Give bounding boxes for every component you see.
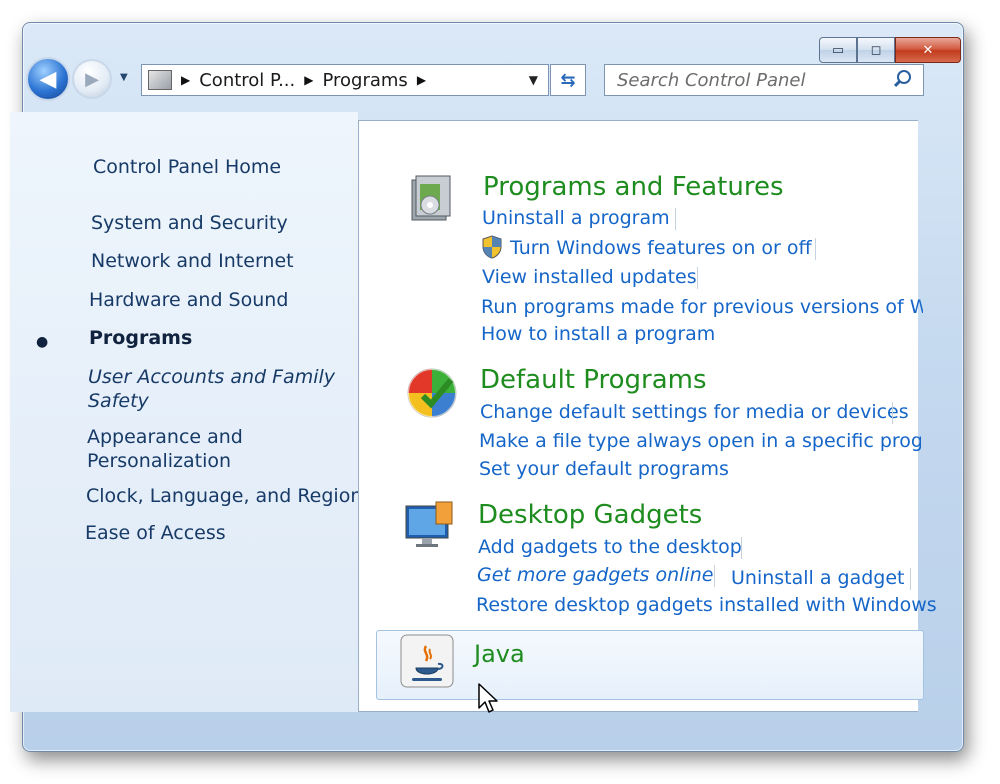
sidebar-item-appearance[interactable]: Appearance and Personalization — [87, 425, 337, 473]
search-box[interactable]: Search Control Panel — [604, 64, 924, 96]
minimize-button[interactable]: ▭ — [819, 37, 857, 63]
control-panel-home-link[interactable]: Control Panel Home — [93, 156, 281, 178]
recent-pages-dropdown[interactable]: ▼ — [120, 72, 128, 83]
link-separator — [714, 565, 715, 587]
address-dropdown-icon[interactable]: ▼ — [529, 73, 538, 87]
category-title-default-programs[interactable]: Default Programs — [480, 365, 707, 395]
task-uninstall-program[interactable]: Uninstall a program — [482, 207, 670, 229]
breadcrumb-control-panel[interactable]: Control P... — [199, 70, 295, 91]
close-button[interactable]: ✕ — [895, 37, 961, 63]
breadcrumb-separator[interactable]: ▶ — [181, 73, 190, 87]
back-button[interactable]: ◀ — [26, 57, 70, 101]
java-icon — [400, 634, 454, 688]
active-bullet-icon: ● — [36, 334, 49, 350]
category-title-java[interactable]: Java — [474, 640, 525, 668]
task-add-gadgets[interactable]: Add gadgets to the desktop — [478, 536, 742, 558]
category-title-desktop-gadgets[interactable]: Desktop Gadgets — [478, 500, 702, 530]
back-arrow-icon: ◀ — [39, 66, 57, 92]
task-run-older-programs[interactable]: Run programs made for previous versions … — [481, 296, 923, 318]
breadcrumb-separator[interactable]: ▶ — [304, 73, 313, 87]
task-uninstall-gadget[interactable]: Uninstall a gadget — [731, 567, 905, 589]
link-separator — [910, 568, 911, 590]
desktop-gadgets-icon — [405, 501, 453, 547]
breadcrumb-programs[interactable]: Programs — [322, 70, 407, 91]
sidebar-item-network-internet[interactable]: Network and Internet — [91, 250, 294, 272]
sidebar-item-user-accounts[interactable]: User Accounts and Family Safety — [88, 365, 338, 413]
link-separator — [815, 238, 816, 260]
forward-button[interactable]: ▶ — [72, 59, 112, 99]
link-separator — [892, 402, 893, 424]
link-separator — [675, 208, 676, 230]
task-view-installed-updates[interactable]: View installed updates — [482, 266, 697, 288]
forward-arrow-icon: ▶ — [85, 68, 99, 90]
maximize-button[interactable]: ◻ — [857, 37, 895, 63]
task-change-default-settings[interactable]: Change default settings for media or dev… — [480, 401, 909, 423]
address-bar[interactable]: ▶ Control P... ▶ Programs ▶ ▼ — [141, 64, 549, 96]
refresh-button[interactable]: ⇆ — [550, 64, 586, 96]
link-separator — [741, 537, 742, 559]
sidebar-item-clock-language[interactable]: Clock, Language, and Region — [86, 485, 362, 507]
sidebar-item-programs[interactable]: Programs — [89, 327, 192, 349]
task-restore-gadgets[interactable]: Restore desktop gadgets installed with W… — [476, 594, 937, 616]
task-get-more-gadgets[interactable]: Get more gadgets online — [477, 564, 713, 586]
sidebar-item-system-security[interactable]: System and Security — [91, 212, 288, 234]
breadcrumb-separator[interactable]: ▶ — [417, 73, 426, 87]
uac-shield-icon — [482, 235, 502, 259]
search-input[interactable]: Search Control Panel — [617, 70, 806, 91]
category-title-programs-features[interactable]: Programs and Features — [483, 172, 784, 202]
default-programs-icon — [407, 368, 457, 418]
control-panel-icon — [148, 70, 172, 90]
refresh-icon: ⇆ — [560, 69, 576, 91]
left-navigation-pane: Control Panel Home System and Security N… — [10, 112, 362, 712]
sidebar-item-ease-of-access[interactable]: Ease of Access — [85, 522, 226, 544]
sidebar-item-hardware-sound[interactable]: Hardware and Sound — [89, 289, 288, 311]
task-set-default-programs[interactable]: Set your default programs — [479, 458, 729, 480]
task-turn-windows-features[interactable]: Turn Windows features on or off — [510, 237, 812, 259]
link-separator — [697, 267, 698, 289]
programs-features-icon — [411, 175, 451, 221]
mouse-pointer-icon — [478, 683, 498, 713]
java-category-hover[interactable] — [376, 630, 924, 700]
caption-buttons: ▭ ◻ ✕ — [819, 37, 961, 63]
search-icon[interactable] — [893, 70, 913, 90]
task-how-to-install[interactable]: How to install a program — [481, 323, 715, 345]
task-file-type-association[interactable]: Make a file type always open in a specif… — [479, 430, 921, 452]
